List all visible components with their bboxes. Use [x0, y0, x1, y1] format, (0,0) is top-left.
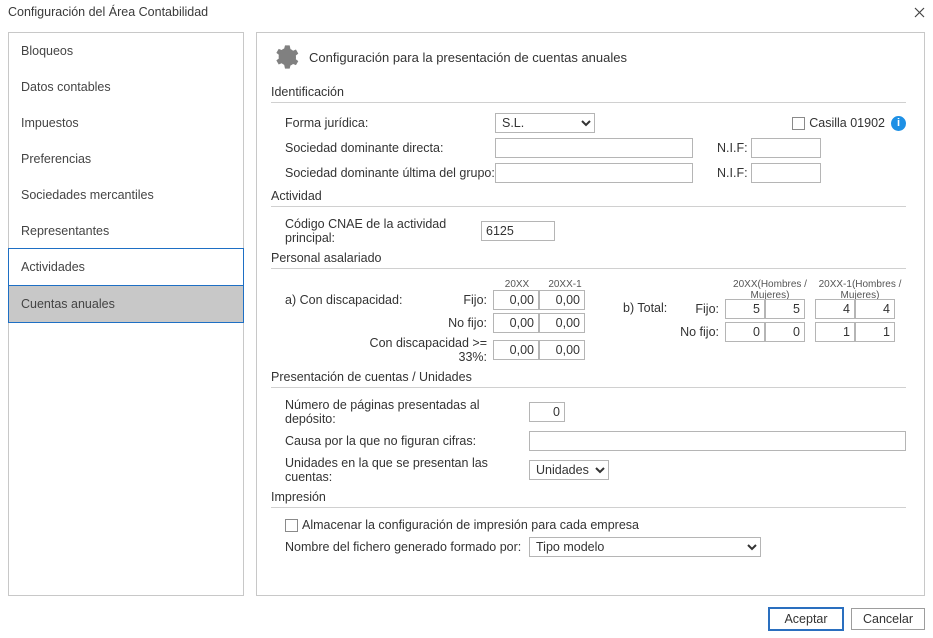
- a-gte33-20xx-input[interactable]: [493, 340, 539, 360]
- sidebar-item-representantes[interactable]: Representantes: [9, 213, 243, 249]
- a-nofijo-20xx-input[interactable]: [493, 313, 539, 333]
- a-con-discapacidad-label: a) Con discapacidad:: [285, 293, 413, 307]
- fichero-select[interactable]: Tipo modelo: [529, 537, 761, 557]
- forma-juridica-select[interactable]: S.L.: [495, 113, 595, 133]
- unidades-select[interactable]: Unidades: [529, 460, 609, 480]
- sidebar-item-label: Impuestos: [21, 116, 79, 130]
- b-fijo-label: Fijo:: [675, 302, 725, 316]
- section-personal: Personal asalariado: [271, 251, 906, 269]
- b-nofijo1-m-input[interactable]: [855, 322, 895, 342]
- sidebar-item-datos-contables[interactable]: Datos contables: [9, 69, 243, 105]
- b-fijo-h-input[interactable]: [725, 299, 765, 319]
- sidebar-item-cuentas-anuales[interactable]: Cuentas anuales: [8, 285, 244, 323]
- b-nofijo-h-input[interactable]: [725, 322, 765, 342]
- paginas-label: Número de páginas presentadas al depósit…: [271, 398, 529, 426]
- b-nofijo1-h-input[interactable]: [815, 322, 855, 342]
- a-nofijo-20xx1-input[interactable]: [539, 313, 585, 333]
- section-identificacion: Identificación: [271, 85, 906, 103]
- sociedad-grupo-input[interactable]: [495, 163, 693, 183]
- b-fijo1-h-input[interactable]: [815, 299, 855, 319]
- almacenar-checkbox[interactable]: [285, 519, 298, 532]
- close-icon: [914, 7, 925, 18]
- causa-input[interactable]: [529, 431, 906, 451]
- a-fijo-20xx-input[interactable]: [493, 290, 539, 310]
- info-icon[interactable]: i: [891, 116, 906, 131]
- section-actividad: Actividad: [271, 189, 906, 207]
- sidebar-item-label: Datos contables: [21, 80, 111, 94]
- gear-icon: [271, 43, 299, 71]
- close-button[interactable]: [911, 4, 927, 20]
- sociedad-directa-label: Sociedad dominante directa:: [271, 141, 495, 155]
- fichero-label: Nombre del fichero generado formado por:: [271, 540, 529, 554]
- b-fijo-m-input[interactable]: [765, 299, 805, 319]
- window-title: Configuración del Área Contabilidad: [8, 5, 208, 19]
- sociedad-directa-input[interactable]: [495, 138, 693, 158]
- gte33-label: Con discapacidad >= 33%:: [343, 336, 493, 364]
- sidebar-item-label: Representantes: [21, 224, 109, 238]
- casilla-01902-checkbox[interactable]: [792, 117, 805, 130]
- section-presentacion: Presentación de cuentas / Unidades: [271, 370, 906, 388]
- causa-label: Causa por la que no figuran cifras:: [271, 434, 529, 448]
- nofijo-label: No fijo:: [413, 316, 493, 330]
- col-b2: 20XX-1(Hombres / Mujeres): [815, 279, 905, 301]
- col-20xx1: 20XX-1: [541, 279, 589, 290]
- cancel-button[interactable]: Cancelar: [851, 608, 925, 630]
- paginas-input[interactable]: [529, 402, 565, 422]
- accept-button[interactable]: Aceptar: [769, 608, 843, 630]
- fijo-label: Fijo:: [413, 293, 493, 307]
- sidebar-item-label: Bloqueos: [21, 44, 73, 58]
- content-panel: Configuración para la presentación de cu…: [256, 32, 925, 596]
- col-20xx: 20XX: [493, 279, 541, 290]
- b-nofijo-m-input[interactable]: [765, 322, 805, 342]
- nif-directa-label: N.I.F:: [717, 141, 751, 155]
- nif-grupo-label: N.I.F:: [717, 166, 751, 180]
- a-gte33-20xx1-input[interactable]: [539, 340, 585, 360]
- page-title: Configuración para la presentación de cu…: [309, 50, 627, 65]
- sidebar-item-impuestos[interactable]: Impuestos: [9, 105, 243, 141]
- sidebar-item-sociedades-mercantiles[interactable]: Sociedades mercantiles: [9, 177, 243, 213]
- b-nofijo-label: No fijo:: [675, 325, 725, 339]
- sidebar-item-label: Actividades: [21, 260, 85, 274]
- forma-juridica-label: Forma jurídica:: [271, 116, 495, 130]
- titlebar: Configuración del Área Contabilidad: [0, 0, 933, 24]
- almacenar-label: Almacenar la configuración de impresión …: [302, 518, 639, 532]
- sidebar-item-label: Cuentas anuales: [21, 297, 115, 311]
- casilla-01902-label: Casilla 01902: [809, 116, 885, 130]
- a-fijo-20xx1-input[interactable]: [539, 290, 585, 310]
- cnae-label: Código CNAE de la actividad principal:: [271, 217, 481, 245]
- sidebar-item-bloqueos[interactable]: Bloqueos: [9, 33, 243, 69]
- unidades-label: Unidades en la que se presentan las cuen…: [271, 456, 529, 484]
- nif-directa-input[interactable]: [751, 138, 821, 158]
- sidebar-item-label: Sociedades mercantiles: [21, 188, 154, 202]
- col-b1: 20XX(Hombres / Mujeres): [725, 279, 815, 301]
- sociedad-grupo-label: Sociedad dominante última del grupo:: [271, 166, 495, 180]
- accept-button-label: Aceptar: [784, 612, 827, 626]
- cancel-button-label: Cancelar: [863, 612, 913, 626]
- sidebar-item-preferencias[interactable]: Preferencias: [9, 141, 243, 177]
- sidebar: Bloqueos Datos contables Impuestos Prefe…: [8, 32, 244, 596]
- b-fijo1-m-input[interactable]: [855, 299, 895, 319]
- b-total-label: b) Total:: [623, 301, 675, 315]
- dialog-buttons: Aceptar Cancelar: [769, 608, 925, 630]
- section-impresion: Impresión: [271, 490, 906, 508]
- sidebar-item-label: Preferencias: [21, 152, 91, 166]
- sidebar-item-actividades[interactable]: Actividades: [8, 248, 244, 286]
- cnae-input[interactable]: [481, 221, 555, 241]
- nif-grupo-input[interactable]: [751, 163, 821, 183]
